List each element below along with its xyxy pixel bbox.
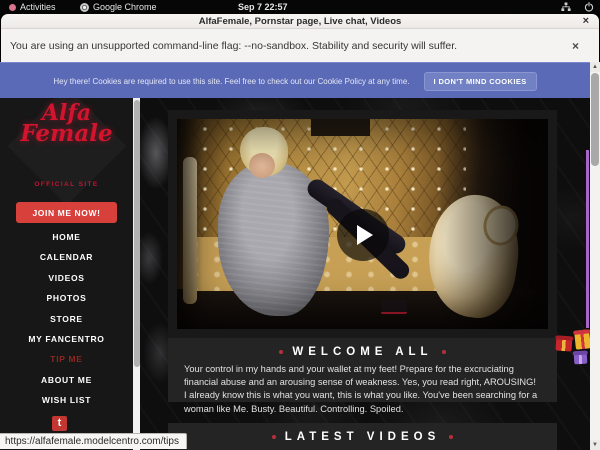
latest-videos-heading-text: LATEST VIDEOS xyxy=(285,431,441,443)
video-play-button[interactable] xyxy=(337,209,389,261)
active-app-menu[interactable]: Google Chrome xyxy=(80,0,157,14)
warning-close-icon[interactable]: × xyxy=(572,39,579,53)
system-tray[interactable] xyxy=(561,0,594,14)
latest-videos-heading: LATEST VIDEOS xyxy=(168,423,557,443)
page-viewport: WELCOME ALL Your control in my hands and… xyxy=(0,98,590,450)
twitter-icon[interactable]: t xyxy=(52,416,67,431)
gift-icon xyxy=(574,351,588,365)
sidebar-item-photos[interactable]: PHOTOS xyxy=(0,288,133,308)
gnome-top-bar: Activities Google Chrome Sep 7 22:57 xyxy=(0,0,600,14)
gift-icon xyxy=(555,335,572,351)
gifts-widget[interactable] xyxy=(553,327,591,367)
heading-bullet-icon xyxy=(272,435,276,439)
hero-card: WELCOME ALL Your control in my hands and… xyxy=(168,110,557,402)
window-close-icon[interactable]: × xyxy=(583,15,589,27)
sidebar-item-about-me[interactable]: ABOUT ME xyxy=(0,370,133,390)
system-clock[interactable]: Sep 7 22:57 xyxy=(238,0,288,14)
sidebar-item-store[interactable]: STORE xyxy=(0,309,133,329)
window-titlebar: AlfaFemale, Pornstar page, Live chat, Vi… xyxy=(1,14,599,28)
welcome-paragraph: Your control in my hands and your wallet… xyxy=(168,358,557,426)
sidebar-item-wish-list[interactable]: WISH LIST xyxy=(0,390,133,410)
heading-bullet-icon xyxy=(279,350,283,354)
power-icon xyxy=(584,2,594,12)
network-icon xyxy=(561,2,571,12)
browser-scrollbar[interactable]: ▲ ▼ xyxy=(590,62,600,450)
heading-bullet-icon xyxy=(442,350,446,354)
sidebar: Alfa Female OFFICIAL SITE JOIN ME NOW! H… xyxy=(0,98,133,450)
cookie-accept-button[interactable]: I DON'T MIND COOKIES xyxy=(424,72,537,91)
window-title: AlfaFemale, Pornstar page, Live chat, Vi… xyxy=(199,16,402,27)
latest-videos-card: LATEST VIDEOS xyxy=(168,423,557,450)
logo-text-line2: Female xyxy=(0,122,133,145)
sidebar-nav: HOME CALENDAR VIDEOS PHOTOS STORE MY FAN… xyxy=(0,227,133,411)
screen: Activities Google Chrome Sep 7 22:57 Alf… xyxy=(0,0,600,450)
join-me-now-button[interactable]: JOIN ME NOW! xyxy=(16,202,117,223)
site-logo[interactable]: Alfa Female xyxy=(0,102,133,145)
warning-message: You are using an unsupported command-lin… xyxy=(10,40,457,52)
welcome-heading: WELCOME ALL xyxy=(168,338,557,358)
play-icon xyxy=(357,225,373,245)
scrollbar-thumb[interactable] xyxy=(591,73,599,166)
chrome-warning-bar: You are using an unsupported command-lin… xyxy=(1,28,599,63)
official-site-tagline: OFFICIAL SITE xyxy=(0,181,133,188)
sidebar-item-calendar[interactable]: CALENDAR xyxy=(0,247,133,267)
activities-label: Activities xyxy=(20,2,56,12)
sidebar-scrollbar[interactable] xyxy=(133,98,140,450)
gift-icon xyxy=(574,329,591,349)
sidebar-item-home[interactable]: HOME xyxy=(0,227,133,247)
hero-photo[interactable] xyxy=(168,110,557,338)
chrome-icon xyxy=(80,3,89,12)
cookie-consent-bar: Hey there! Cookies are required to use t… xyxy=(0,62,590,99)
sidebar-item-videos[interactable]: VIDEOS xyxy=(0,268,133,288)
page-background: WELCOME ALL Your control in my hands and… xyxy=(140,98,590,450)
cookie-message: Hey there! Cookies are required to use t… xyxy=(53,77,409,86)
heading-bullet-icon xyxy=(449,435,453,439)
activities-button[interactable]: Activities xyxy=(9,0,56,14)
status-url-tooltip: https://alfafemale.modelcentro.com/tips xyxy=(0,433,187,449)
tip-widget-tab[interactable] xyxy=(586,150,589,328)
sidebar-item-tip-me[interactable]: TIP ME xyxy=(0,349,133,369)
scrollbar-down-icon[interactable]: ▼ xyxy=(590,440,600,450)
scrollbar-up-icon[interactable]: ▲ xyxy=(590,62,600,72)
sidebar-item-my-fancentro[interactable]: MY FANCENTRO xyxy=(0,329,133,349)
recording-dot-icon xyxy=(9,4,16,11)
welcome-heading-text: WELCOME ALL xyxy=(292,346,432,358)
sidebar-scrollbar-thumb[interactable] xyxy=(134,100,140,367)
active-app-label: Google Chrome xyxy=(93,2,157,12)
